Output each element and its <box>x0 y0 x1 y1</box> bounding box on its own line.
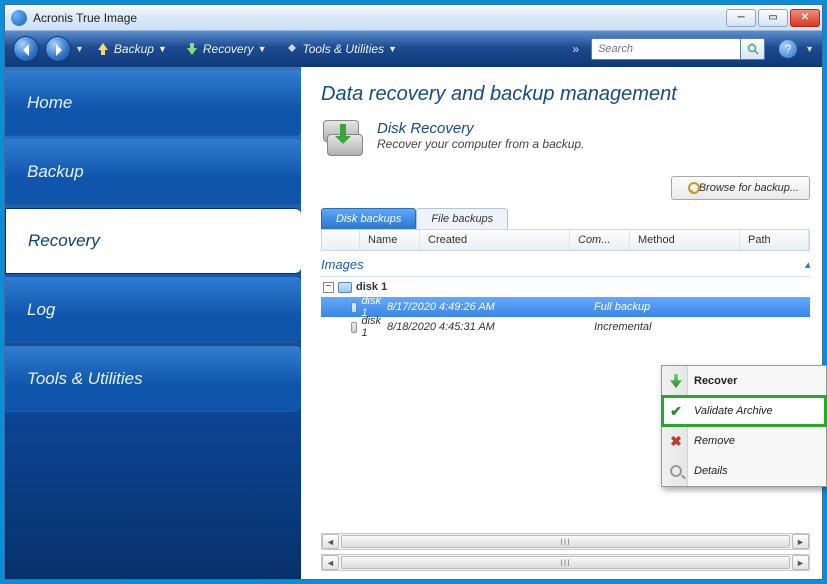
window-title: Acronis True Image <box>33 11 137 25</box>
disk-icon <box>351 322 357 333</box>
app-icon <box>11 10 27 26</box>
upload-icon <box>96 42 110 56</box>
search-icon <box>747 43 759 55</box>
body: Home Backup Recovery Log Tools & Utiliti… <box>5 67 822 579</box>
recovery-header: Disk Recovery Recover your computer from… <box>321 120 810 164</box>
nav-history-caret[interactable]: ▼ <box>75 44 84 54</box>
toolbar-overflow[interactable]: » <box>566 42 585 56</box>
sidebar-item-backup[interactable]: Backup <box>5 139 301 205</box>
window-controls: ─ ▭ ✕ <box>726 9 820 27</box>
toolbar-backup[interactable]: Backup▼ <box>90 39 173 59</box>
scroll-right-button[interactable]: ► <box>792 555 809 570</box>
recovery-subtitle: Disk Recovery <box>377 120 584 137</box>
tab-file-backups[interactable]: File backups <box>416 208 508 229</box>
app-window: Acronis True Image ─ ▭ ✕ ▼ Backup▼ Recov… <box>4 4 823 580</box>
browse-backup-button[interactable]: Browse for backup... <box>671 176 810 200</box>
sidebar: Home Backup Recovery Log Tools & Utiliti… <box>5 67 301 579</box>
sidebar-item-recovery[interactable]: Recovery <box>5 208 301 274</box>
col-created[interactable]: Created <box>420 230 570 250</box>
page-title: Data recovery and backup management <box>321 83 810 106</box>
toolbar: ▼ Backup▼ Recovery▼ Tools & Utilities▼ » <box>5 31 822 67</box>
col-path[interactable]: Path <box>740 230 809 250</box>
help-button[interactable]: ? <box>779 40 797 58</box>
details-icon <box>668 463 684 479</box>
backup-tree: − disk 1 disk 1 8/17/2020 4:49:26 AM Ful… <box>321 277 810 337</box>
context-menu: Recover ✔ Validate Archive ✖ Remove Deta… <box>661 365 827 487</box>
ctx-recover[interactable]: Recover <box>662 366 826 396</box>
titlebar: Acronis True Image ─ ▭ ✕ <box>5 5 822 31</box>
nav-forward-button[interactable] <box>45 36 71 62</box>
disk-icon <box>338 282 352 293</box>
help-caret[interactable]: ▼ <box>805 44 814 54</box>
ctx-details[interactable]: Details <box>662 456 826 486</box>
tab-disk-backups[interactable]: Disk backups <box>321 208 416 229</box>
col-com[interactable]: Com... <box>570 230 630 250</box>
close-button[interactable]: ✕ <box>790 9 820 27</box>
browse-icon <box>682 182 694 194</box>
download-icon <box>185 42 199 56</box>
main-panel: Data recovery and backup management Disk… <box>301 67 822 579</box>
recover-icon <box>668 373 684 389</box>
sidebar-item-home[interactable]: Home <box>5 70 301 136</box>
scroll-track[interactable]: III <box>339 555 792 570</box>
tools-icon <box>284 42 298 56</box>
collapse-icon[interactable]: ▴ <box>804 258 810 271</box>
scroll-track[interactable]: III <box>339 534 792 549</box>
scroll-left-button[interactable]: ◄ <box>322 534 339 549</box>
table-row[interactable]: disk 1 8/17/2020 4:49:26 AM Full backup <box>321 297 810 317</box>
table-row[interactable]: disk 1 8/18/2020 4:45:31 AM Incremental <box>321 317 810 337</box>
search-button[interactable] <box>741 38 765 60</box>
hscrollbar[interactable]: ◄ III ► <box>321 533 810 550</box>
scroll-thumb[interactable]: III <box>341 556 790 569</box>
sidebar-item-log[interactable]: Log <box>5 277 301 343</box>
disk-icon <box>351 302 357 313</box>
scroll-right-button[interactable]: ► <box>792 534 809 549</box>
search-input[interactable] <box>591 38 741 60</box>
ctx-remove[interactable]: ✖ Remove <box>662 426 826 456</box>
toolbar-recovery[interactable]: Recovery▼ <box>179 39 273 59</box>
recovery-description: Recover your computer from a backup. <box>377 137 584 151</box>
remove-icon: ✖ <box>668 433 684 449</box>
grid-header: Name Created Com... Method Path <box>321 229 810 251</box>
sidebar-item-tools[interactable]: Tools & Utilities <box>5 346 301 412</box>
nav-back-button[interactable] <box>13 36 39 62</box>
disk-recovery-icon <box>321 120 365 164</box>
col-name[interactable]: Name <box>360 230 420 250</box>
toolbar-tools[interactable]: Tools & Utilities▼ <box>278 39 403 59</box>
hscrollbar[interactable]: ◄ III ► <box>321 554 810 571</box>
section-images: Images ▴ <box>321 251 810 277</box>
backup-tabs: Disk backups File backups <box>321 208 810 229</box>
maximize-button[interactable]: ▭ <box>758 9 788 27</box>
scroll-thumb[interactable]: III <box>341 535 790 548</box>
tree-node-disk1[interactable]: − disk 1 <box>321 277 810 297</box>
validate-icon: ✔ <box>668 403 684 419</box>
tree-collapse-button[interactable]: − <box>323 282 334 293</box>
scroll-left-button[interactable]: ◄ <box>322 555 339 570</box>
ctx-validate-archive[interactable]: ✔ Validate Archive <box>662 396 826 426</box>
col-method[interactable]: Method <box>630 230 740 250</box>
minimize-button[interactable]: ─ <box>726 9 756 27</box>
